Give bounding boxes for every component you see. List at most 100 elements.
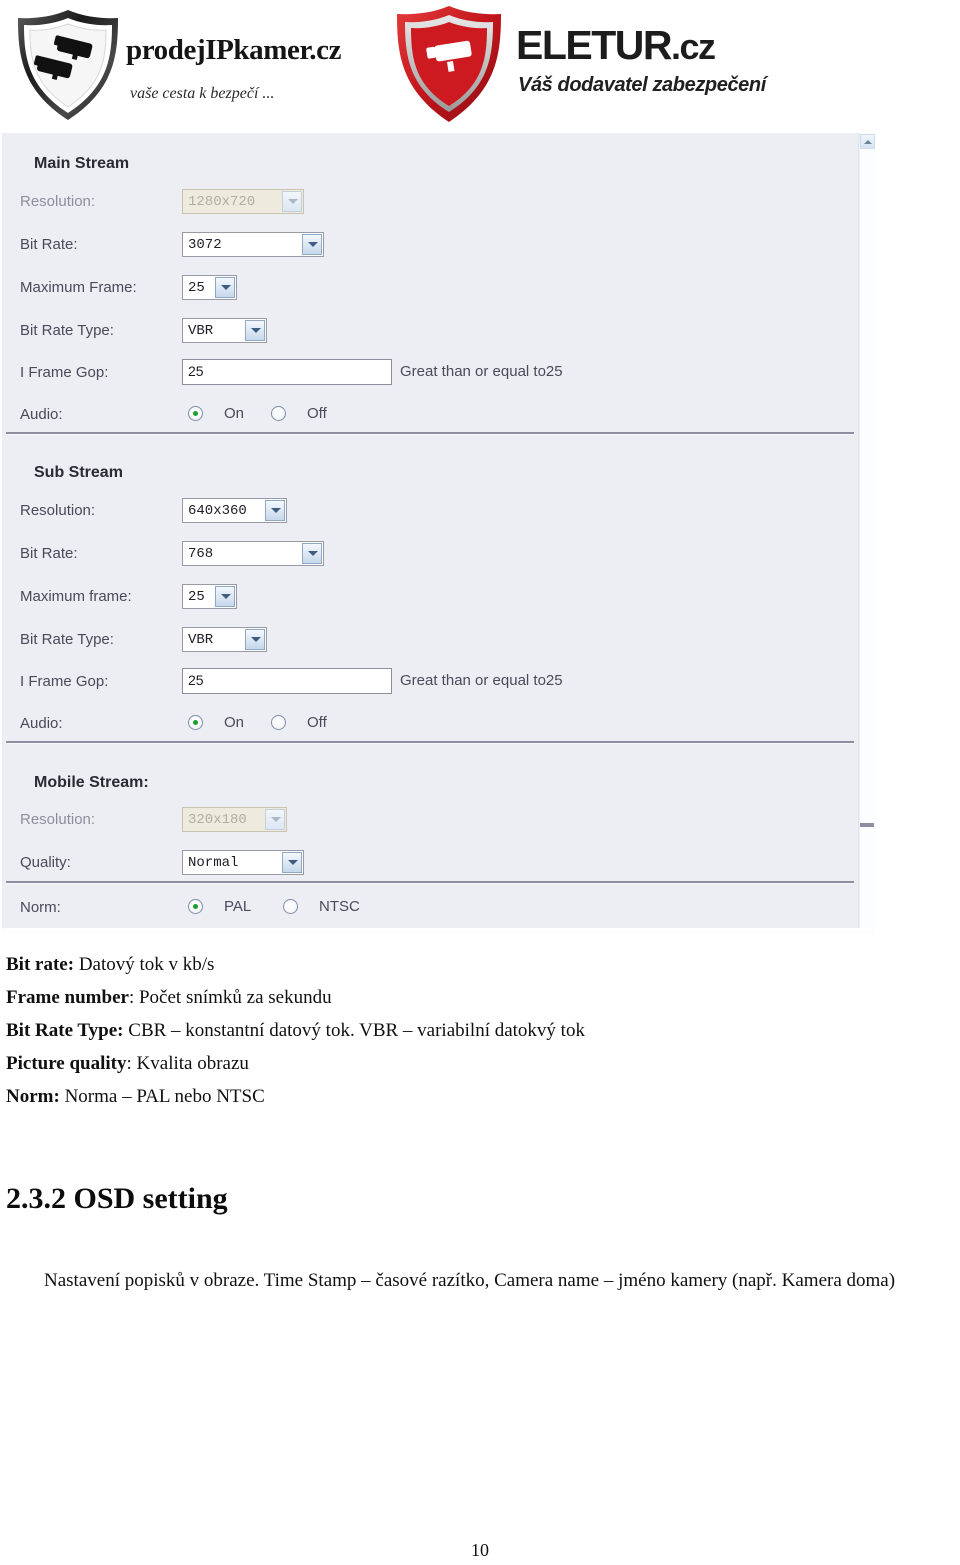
sub-iframegop-label: I Frame Gop: — [20, 673, 109, 690]
sub-bitrate-label: Bit Rate: — [20, 545, 78, 562]
main-bitrate-value: 3072 — [188, 236, 222, 253]
chevron-down-icon[interactable] — [245, 320, 265, 341]
sub-audio-option-on[interactable]: On — [224, 714, 244, 731]
sub-stream-title: Sub Stream — [34, 464, 123, 481]
main-resolution-label: Resolution: — [20, 193, 96, 210]
mobile-resolution-value: 320x180 — [188, 811, 247, 828]
sub-audio-label: Audio: — [20, 715, 63, 732]
main-audio-radio-off[interactable] — [271, 406, 286, 421]
sub-bitratetype-value: VBR — [188, 631, 214, 648]
sub-audio-radio-on[interactable] — [188, 715, 203, 730]
chevron-down-icon[interactable] — [245, 629, 265, 650]
glossary-item: Frame number: Počet snímků za sekundu — [6, 981, 906, 1014]
main-audio-option-off[interactable]: Off — [307, 405, 327, 422]
sub-maxframe-select[interactable]: 25 — [182, 584, 237, 609]
mobile-quality-select[interactable]: Normal — [182, 850, 304, 875]
main-bitratetype-select[interactable]: VBR — [182, 318, 267, 343]
logo-left-tagline: vaše cesta k bezpečí ... — [130, 85, 275, 102]
mobile-stream-title: Mobile Stream: — [34, 774, 149, 791]
norm-radio-pal[interactable] — [188, 899, 203, 914]
norm-radio-ntsc[interactable] — [283, 899, 298, 914]
sub-bitratetype-select[interactable]: VBR — [182, 627, 267, 652]
logo-right-tld: .cz — [671, 26, 716, 67]
glossary-definition: Norma – PAL nebo NTSC — [59, 1086, 265, 1107]
stream-settings-panel: Main Stream Resolution: 1280x720 Bit Rat… — [2, 133, 859, 928]
scrollbar-track[interactable] — [861, 151, 874, 921]
glossary-term: Bit Rate Type: — [6, 1020, 124, 1041]
glossary-definition: : Kvalita obrazu — [126, 1053, 249, 1074]
sub-maxframe-label: Maximum frame: — [20, 588, 132, 605]
sub-resolution-label: Resolution: — [20, 502, 96, 519]
glossary-item: Bit Rate Type: CBR – konstantní datový t… — [6, 1014, 906, 1047]
main-iframegop-input[interactable]: 25 — [182, 359, 392, 385]
sub-audio-radio-off[interactable] — [271, 715, 286, 730]
sub-iframegop-input[interactable]: 25 — [182, 668, 392, 694]
divider-mobile-norm — [6, 881, 854, 884]
main-bitratetype-value: VBR — [188, 322, 214, 339]
main-resolution-value: 1280x720 — [188, 193, 256, 210]
norm-option-pal[interactable]: PAL — [224, 898, 251, 915]
glossary-list: Bit rate: Datový tok v kb/s Frame number… — [6, 948, 906, 1113]
glossary-item: Norm: Norma – PAL nebo NTSC — [6, 1080, 906, 1113]
logo-eletur: ELETUR.cz Váš dodavatel zabezpečení — [390, 4, 790, 124]
main-audio-option-on[interactable]: On — [224, 405, 244, 422]
chevron-down-icon[interactable] — [265, 809, 285, 830]
chevron-down-icon[interactable] — [282, 852, 302, 873]
main-bitrate-select[interactable]: 3072 — [182, 232, 324, 257]
shield-cctv-camera-red-icon — [397, 6, 501, 122]
sub-resolution-value: 640x360 — [188, 502, 247, 519]
sub-audio-option-off[interactable]: Off — [307, 714, 327, 731]
page-number: 10 — [471, 1540, 489, 1560]
glossary-definition: CBR – konstantní datový tok. VBR – varia… — [123, 1020, 585, 1041]
main-audio-label: Audio: — [20, 406, 63, 423]
main-audio-radio-on[interactable] — [188, 406, 203, 421]
glossary-term: Bit rate: — [6, 954, 75, 975]
sub-bitrate-value: 768 — [188, 545, 214, 562]
sub-iframegop-hint: Great than or equal to25 — [400, 672, 563, 689]
chevron-down-icon[interactable] — [265, 500, 285, 521]
chevron-down-icon[interactable] — [215, 277, 235, 298]
sub-resolution-select[interactable]: 640x360 — [182, 498, 287, 523]
mobile-quality-value: Normal — [188, 854, 239, 871]
glossary-item: Bit rate: Datový tok v kb/s — [6, 948, 906, 981]
chevron-down-icon[interactable] — [302, 543, 322, 564]
chevron-down-icon[interactable] — [282, 191, 302, 212]
glossary-definition: : Počet snímků za sekundu — [128, 987, 332, 1008]
divider-sub-mobile — [6, 741, 854, 744]
chevron-down-icon[interactable] — [302, 234, 322, 255]
logo-prodejipkamer: prodejIPkamer.cz vaše cesta k bezpečí ..… — [8, 6, 408, 124]
logo-left-name: prodejIPkamer.cz — [126, 34, 342, 66]
shield-cctv-camera-dark-icon — [18, 10, 118, 120]
main-bitrate-label: Bit Rate: — [20, 236, 78, 253]
page-header: prodejIPkamer.cz vaše cesta k bezpečí ..… — [0, 0, 960, 128]
section-heading: 2.3.2 OSD setting — [6, 1182, 228, 1215]
sub-bitrate-select[interactable]: 768 — [182, 541, 324, 566]
chevron-up-icon[interactable] — [860, 134, 875, 149]
norm-option-ntsc[interactable]: NTSC — [319, 898, 360, 915]
logo-right-name: ELETUR.cz — [516, 22, 716, 69]
main-stream-title: Main Stream — [34, 155, 130, 172]
main-iframegop-hint: Great than or equal to25 — [400, 363, 563, 380]
main-maxframe-select[interactable]: 25 — [182, 275, 237, 300]
mobile-quality-label: Quality: — [20, 854, 71, 871]
logo-right-brand: ELETUR — [516, 22, 673, 68]
mobile-resolution-select[interactable]: 320x180 — [182, 807, 287, 832]
scrollbar-thumb[interactable] — [860, 823, 874, 827]
panel-scrollbar[interactable] — [859, 133, 875, 928]
glossary-item: Picture quality: Kvalita obrazu — [6, 1047, 906, 1080]
main-resolution-select[interactable]: 1280x720 — [182, 189, 304, 214]
glossary-term: Norm: — [6, 1086, 60, 1107]
norm-label: Norm: — [20, 899, 61, 916]
main-maxframe-label: Maximum Frame: — [20, 279, 137, 296]
sub-maxframe-value: 25 — [188, 588, 205, 605]
glossary-term: Picture quality — [6, 1053, 127, 1074]
glossary-term: Frame number — [6, 987, 129, 1008]
section-paragraph: Nastavení popisků v obraze. Time Stamp –… — [44, 1270, 896, 1291]
main-maxframe-value: 25 — [188, 279, 205, 296]
chevron-down-icon[interactable] — [215, 586, 235, 607]
main-bitratetype-label: Bit Rate Type: — [20, 322, 114, 339]
embedded-screenshot: Main Stream Resolution: 1280x720 Bit Rat… — [2, 133, 875, 933]
glossary-definition: Datový tok v kb/s — [74, 954, 215, 975]
divider-main-sub — [6, 432, 854, 435]
main-iframegop-label: I Frame Gop: — [20, 364, 109, 381]
